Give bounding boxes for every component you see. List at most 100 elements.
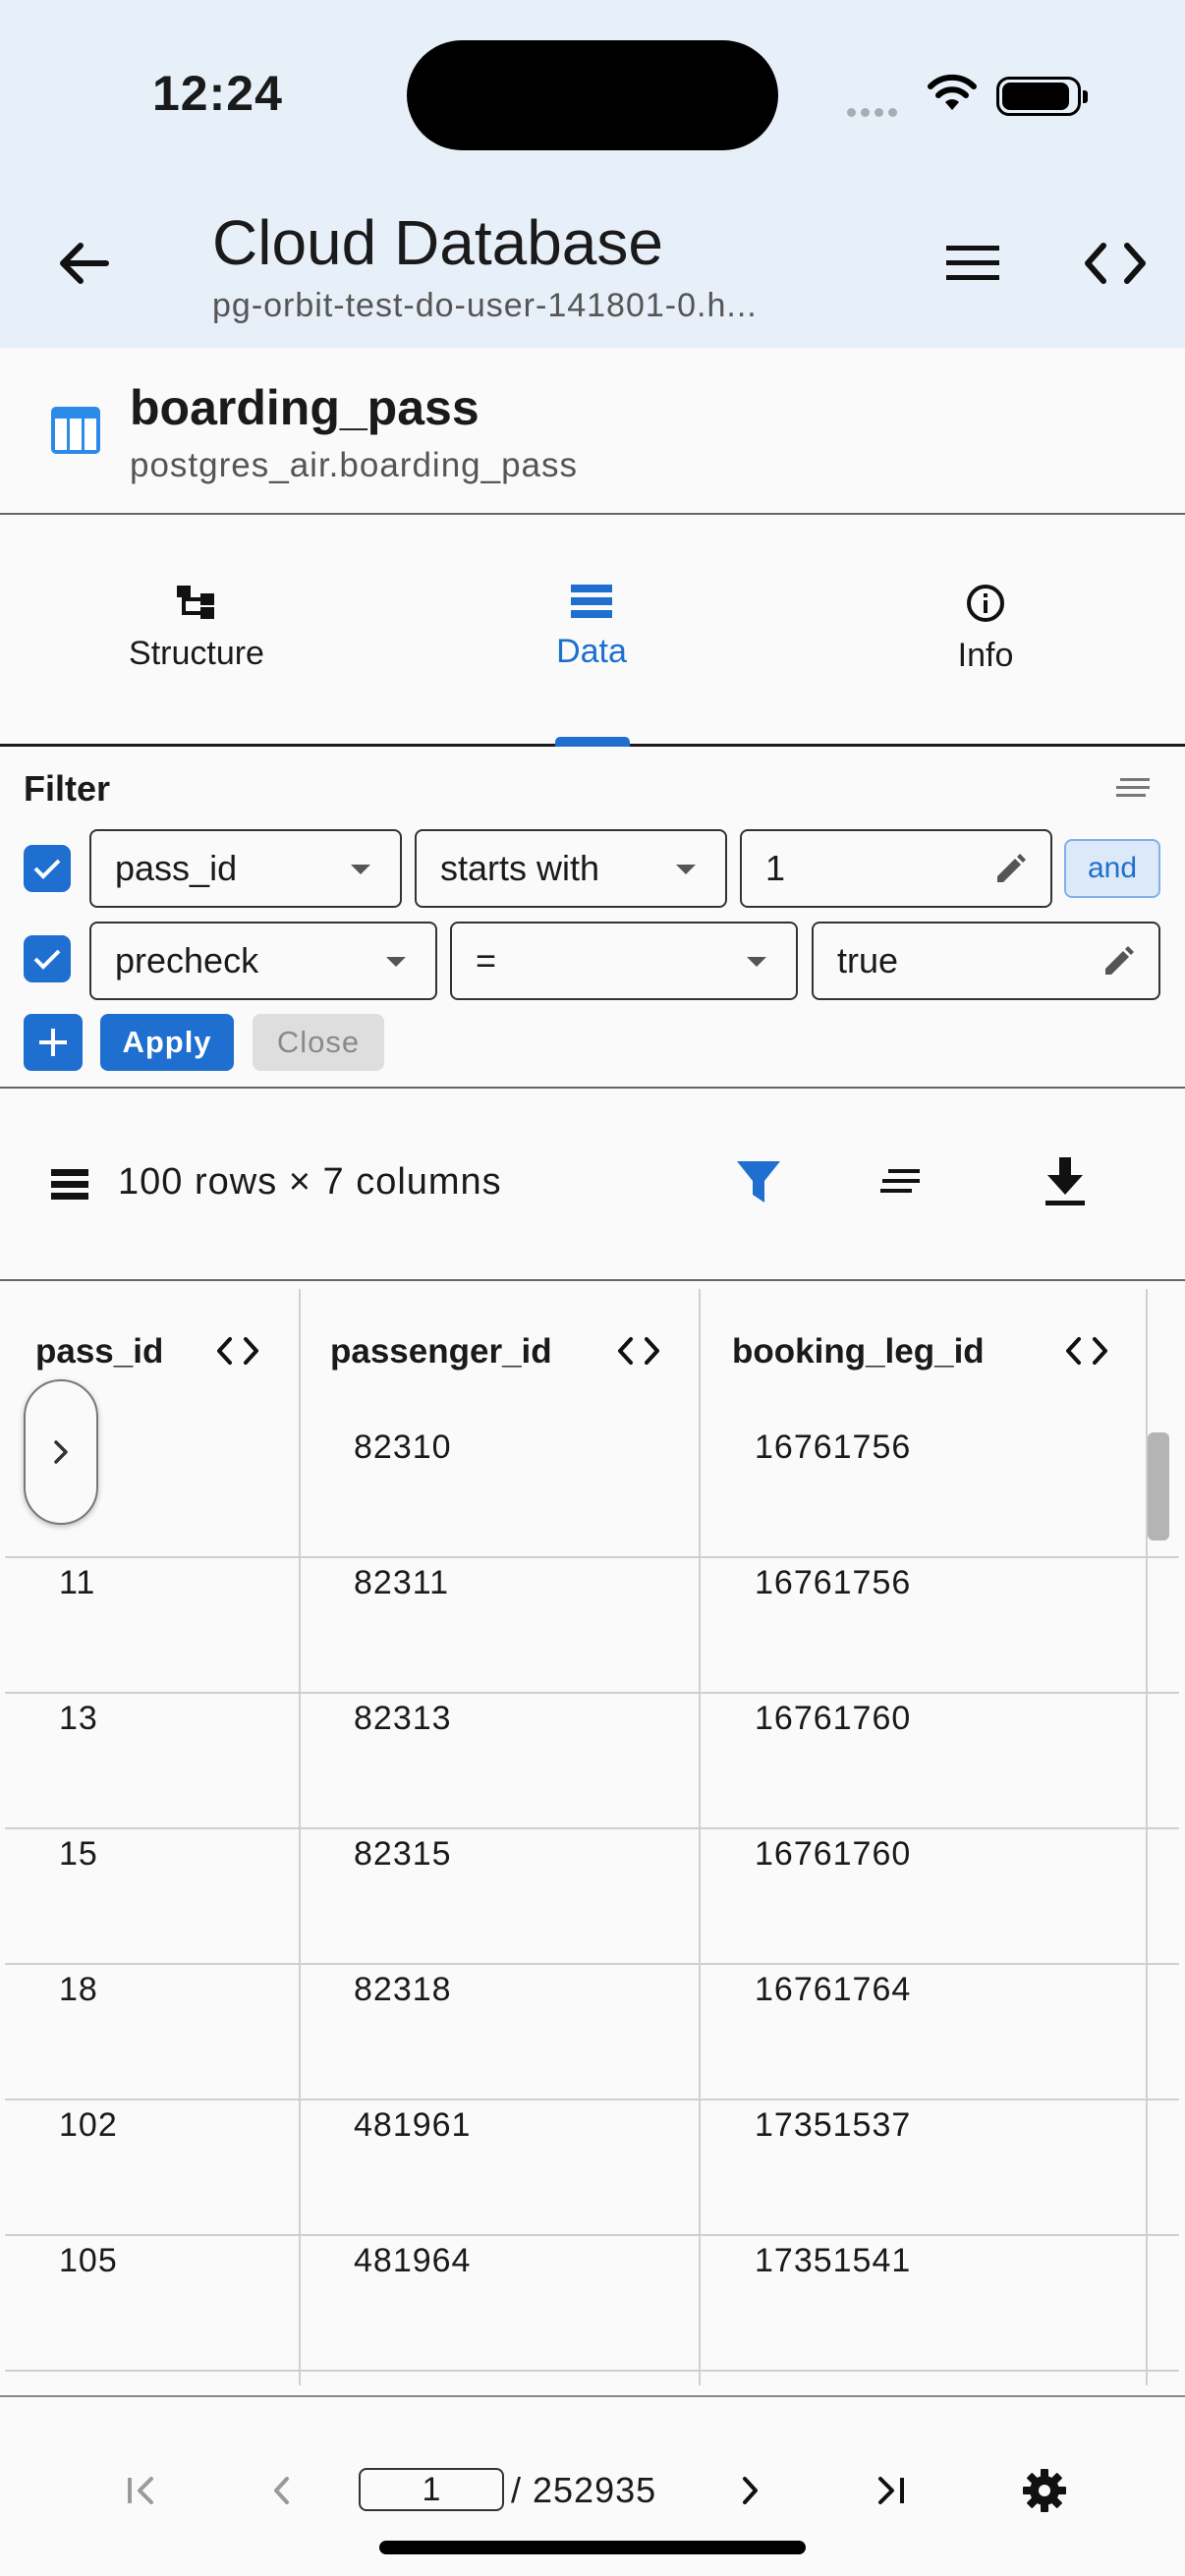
operator-select-value: = <box>476 940 497 980</box>
cellular-signal-icon <box>847 104 902 122</box>
wifi-icon <box>928 74 977 110</box>
column-header-passenger-id[interactable]: passenger_id <box>330 1332 552 1372</box>
arrow-left-icon <box>60 243 109 284</box>
pencil-icon <box>997 854 1026 882</box>
dropdown-caret-icon <box>747 957 766 967</box>
condition-checkbox[interactable] <box>24 935 71 982</box>
cell-booking-leg-id[interactable]: 17351537 <box>755 2106 911 2145</box>
column-divider <box>299 1289 301 2385</box>
code-icon[interactable] <box>216 1336 259 1366</box>
column-header-pass-id[interactable]: pass_id <box>35 1332 163 1372</box>
conjunction-toggle[interactable]: and <box>1064 839 1160 898</box>
value-field[interactable]: 1 <box>740 829 1052 908</box>
operator-select[interactable]: = <box>450 922 798 1000</box>
close-button[interactable]: Close <box>253 1014 384 1071</box>
cell-passenger-id[interactable]: 82310 <box>354 1428 452 1467</box>
first-page-button[interactable] <box>106 2456 175 2525</box>
row-divider <box>5 1963 1179 1965</box>
cell-passenger-id[interactable]: 82315 <box>354 1835 452 1874</box>
apply-button[interactable]: Apply <box>100 1014 234 1071</box>
code-button[interactable] <box>1071 228 1159 299</box>
rows-summary: 100 rows × 7 columns <box>118 1161 502 1203</box>
add-condition-button[interactable] <box>24 1014 83 1071</box>
code-icon[interactable] <box>617 1336 660 1366</box>
row-divider <box>5 1556 1179 1558</box>
filter-icon[interactable] <box>735 1159 782 1206</box>
chevron-right-icon <box>54 1440 68 1464</box>
table-name: boarding_pass <box>130 380 480 435</box>
sort-icon[interactable] <box>880 1169 922 1195</box>
dropdown-caret-icon <box>351 865 370 874</box>
plus-icon <box>39 1029 67 1056</box>
filter-panel: Filter pass_id starts with 1 and prechec… <box>0 747 1185 1089</box>
last-page-button[interactable] <box>857 2456 926 2525</box>
menu-button[interactable] <box>933 228 1012 299</box>
cell-passenger-id[interactable]: 481961 <box>354 2106 471 2145</box>
cell-pass-id[interactable]: 105 <box>59 2242 118 2280</box>
cell-passenger-id[interactable]: 481964 <box>354 2242 471 2280</box>
pagination-bar: 1 / 252935 <box>0 2395 1185 2576</box>
code-icon <box>1085 243 1146 284</box>
cell-passenger-id[interactable]: 82318 <box>354 1971 452 2009</box>
cell-passenger-id[interactable]: 82311 <box>354 1564 449 1602</box>
code-icon[interactable] <box>1065 1336 1108 1366</box>
page-number-input[interactable]: 1 <box>359 2468 504 2511</box>
expand-row-button[interactable] <box>24 1379 98 1525</box>
column-select[interactable]: precheck <box>89 922 437 1000</box>
previous-page-button[interactable] <box>248 2456 316 2525</box>
tab-structure[interactable]: Structure <box>49 584 344 673</box>
next-page-button[interactable] <box>715 2456 784 2525</box>
cell-passenger-id[interactable]: 82313 <box>354 1700 452 1738</box>
data-grid: pass_id passenger_id booking_leg_id 8231… <box>0 1281 1185 2385</box>
chevron-left-icon <box>274 2477 289 2504</box>
tab-data[interactable]: Data <box>444 584 739 671</box>
cell-pass-id[interactable]: 102 <box>59 2106 118 2145</box>
table-header: boarding_pass postgres_air.boarding_pass <box>0 348 1185 515</box>
info-icon <box>967 585 1004 622</box>
tab-label: Data <box>556 633 627 670</box>
cell-pass-id[interactable]: 15 <box>59 1835 98 1874</box>
operator-select[interactable]: starts with <box>415 829 727 908</box>
rows-icon <box>51 1169 88 1200</box>
condition-checkbox[interactable] <box>24 845 71 892</box>
cell-booking-leg-id[interactable]: 17351541 <box>755 2242 911 2280</box>
cell-booking-leg-id[interactable]: 16761756 <box>755 1564 911 1602</box>
tab-info[interactable]: Info <box>838 584 1133 675</box>
row-divider <box>5 1692 1179 1694</box>
scrollbar-thumb[interactable] <box>1148 1432 1169 1540</box>
cell-booking-leg-id[interactable]: 16761756 <box>755 1428 911 1467</box>
cell-booking-leg-id[interactable]: 16761760 <box>755 1835 911 1874</box>
gear-icon <box>1023 2469 1066 2512</box>
filter-title: Filter <box>24 768 111 809</box>
back-button[interactable] <box>47 228 118 299</box>
column-select[interactable]: pass_id <box>89 829 402 908</box>
app-bar: 12:24 Cloud Database pg-orbit-test-do-us… <box>0 0 1185 348</box>
column-divider <box>699 1289 701 2385</box>
sort-lines-icon[interactable] <box>1116 776 1152 800</box>
cell-pass-id[interactable]: 13 <box>59 1700 98 1738</box>
cell-booking-leg-id[interactable]: 16761760 <box>755 1700 911 1738</box>
first-page-icon <box>128 2477 153 2504</box>
chevron-right-icon <box>743 2477 758 2504</box>
tab-label: Info <box>957 637 1014 674</box>
row-divider <box>5 2370 1179 2372</box>
pencil-icon <box>1105 946 1134 975</box>
download-icon[interactable] <box>1044 1157 1087 1206</box>
tab-label: Structure <box>129 635 264 672</box>
column-select-value: pass_id <box>115 848 238 888</box>
settings-button[interactable] <box>1010 2456 1079 2525</box>
data-toolbar: 100 rows × 7 columns <box>0 1089 1185 1281</box>
cell-pass-id[interactable]: 18 <box>59 1971 98 2009</box>
dropdown-caret-icon <box>386 957 406 967</box>
cell-booking-leg-id[interactable]: 16761764 <box>755 1971 911 2009</box>
battery-icon <box>996 77 1088 116</box>
column-select-value: precheck <box>115 940 259 980</box>
column-header-booking-leg-id[interactable]: booking_leg_id <box>732 1332 985 1372</box>
check-icon <box>33 949 61 970</box>
status-icons <box>847 69 1088 118</box>
value-field[interactable]: true <box>812 922 1160 1000</box>
data-icon <box>571 585 612 618</box>
page-title: Cloud Database <box>212 207 663 278</box>
value-field-text: true <box>837 940 899 980</box>
cell-pass-id[interactable]: 11 <box>59 1564 95 1602</box>
